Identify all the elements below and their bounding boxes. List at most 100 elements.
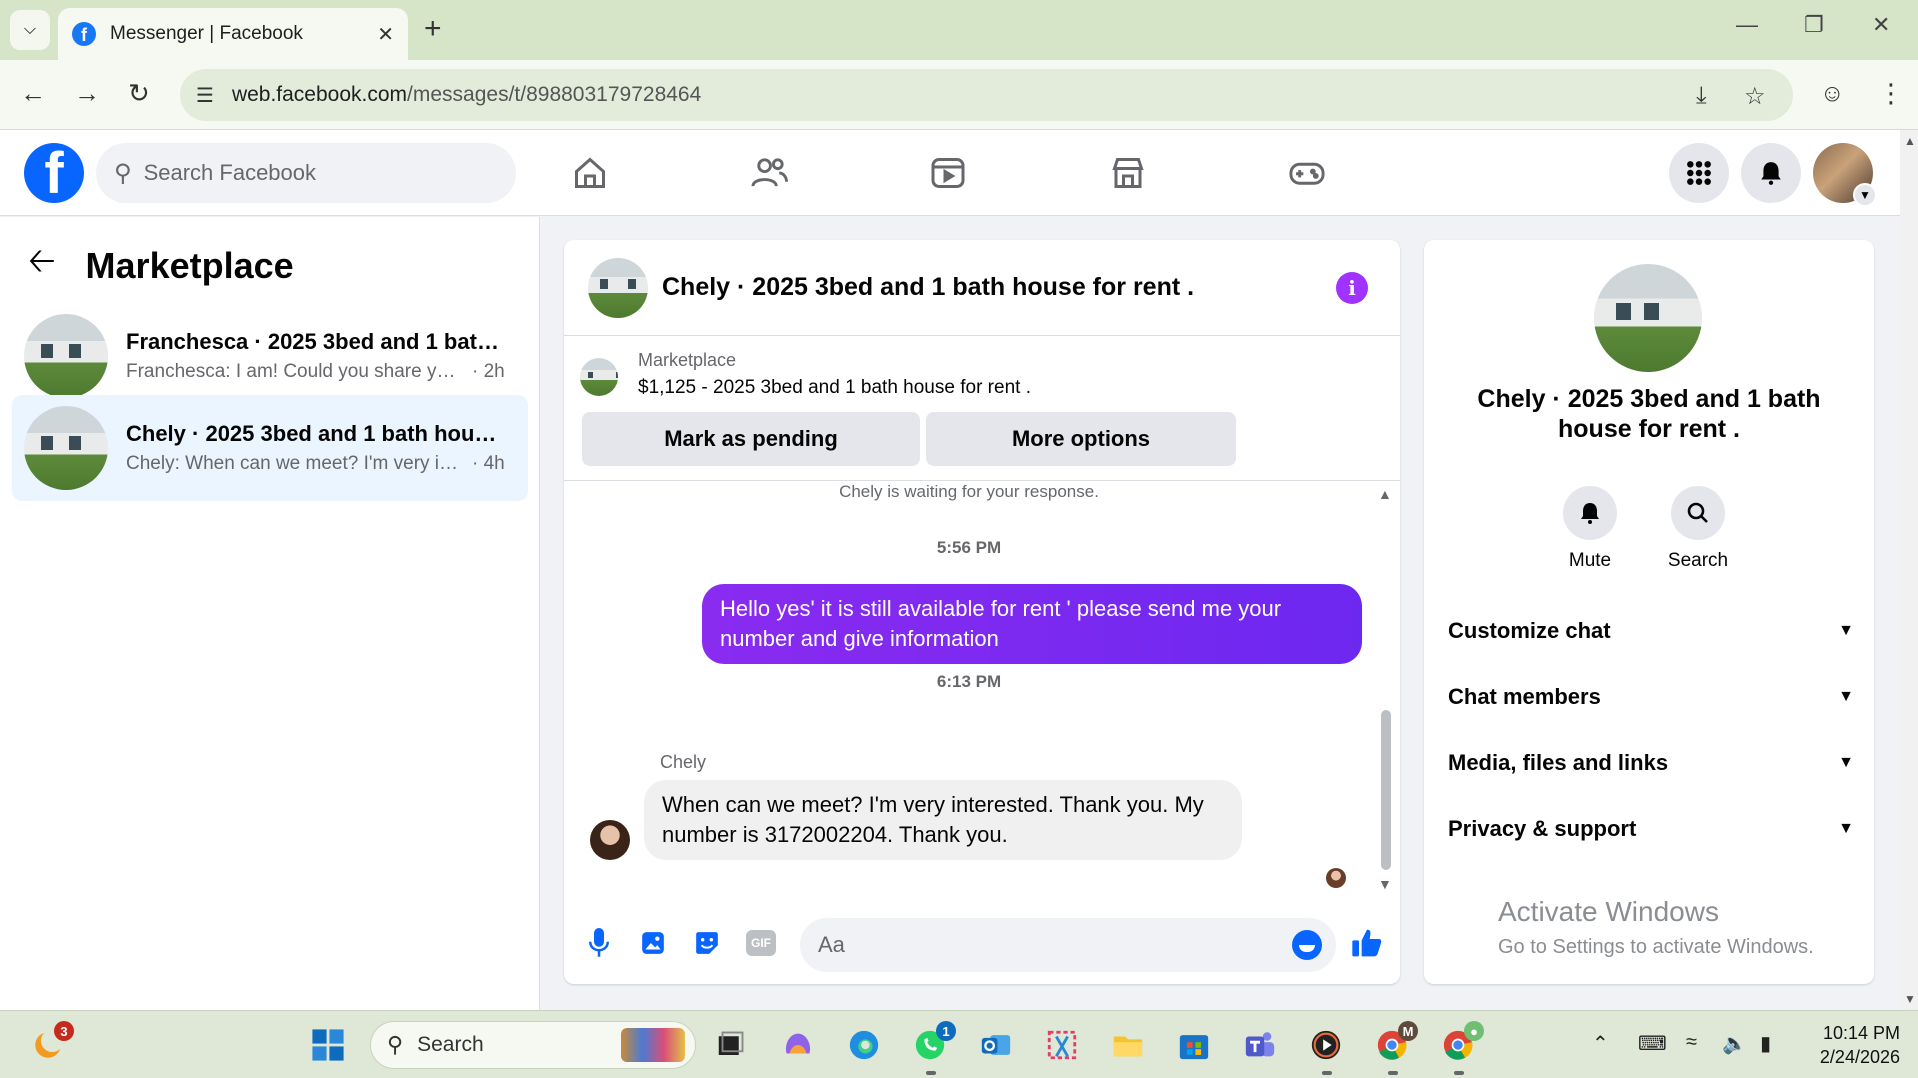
scroll-down-icon[interactable]: ▼ <box>1904 992 1916 1006</box>
bookmark-star-icon[interactable]: ☆ <box>1744 82 1766 111</box>
outgoing-message[interactable]: Hello yes' it is still available for ren… <box>702 584 1362 664</box>
address-bar[interactable]: ☰ web.facebook.com/messages/t/8988031797… <box>180 69 1793 121</box>
chevron-up-icon[interactable]: ⌃ <box>1592 1031 1609 1056</box>
photo-icon[interactable] <box>636 926 670 960</box>
gif-icon[interactable]: GIF <box>746 930 776 956</box>
snipping-tool-icon[interactable] <box>1044 1027 1080 1063</box>
chat-scrollbar[interactable] <box>1381 710 1391 870</box>
battery-icon[interactable]: ▮ <box>1760 1031 1771 1056</box>
chrome-profile-badge: M <box>1398 1021 1418 1041</box>
taskbar-search[interactable]: ⚲ Search <box>370 1021 696 1069</box>
emoji-icon[interactable] <box>1292 930 1322 960</box>
keyboard-icon[interactable]: ⌨ <box>1638 1031 1667 1056</box>
conversation-preview: Franchesca: I am! Could you share your n… <box>126 361 466 382</box>
page-title: Marketplace <box>85 244 294 286</box>
minimize-window-icon[interactable]: — <box>1736 12 1758 38</box>
volume-icon[interactable]: 🔈 <box>1722 1031 1747 1056</box>
chat-info-thumbnail[interactable] <box>1594 264 1702 372</box>
back-arrow-icon[interactable]: 🡠 <box>28 237 56 294</box>
conversation-name: Chely · 2025 3bed and 1 bath house for r… <box>126 421 506 446</box>
chat-members-section[interactable]: Chat members ▼ <box>1448 684 1854 710</box>
video-nav-icon[interactable] <box>923 150 973 196</box>
home-nav-icon[interactable] <box>565 150 615 196</box>
media-player-icon[interactable] <box>1308 1027 1344 1063</box>
conversation-preview: Chely: When can we meet? I'm very intere… <box>126 453 466 474</box>
account-avatar[interactable]: ▼ <box>1813 143 1877 207</box>
tab-search-dropdown[interactable]: ⌵ <box>10 10 50 50</box>
facebook-favicon-icon: f <box>72 22 96 46</box>
forward-arrow-icon[interactable]: → <box>74 80 100 106</box>
menu-grid-button[interactable] <box>1669 143 1729 203</box>
microphone-icon[interactable] <box>582 926 616 960</box>
profile-icon[interactable]: ☺ <box>1820 82 1845 106</box>
info-icon[interactable]: i <box>1336 272 1368 304</box>
chat-thumbnail[interactable] <box>588 257 648 318</box>
conversation-item-franchesca[interactable]: Franchesca · 2025 3bed and 1 bath house … <box>12 303 528 409</box>
install-app-icon[interactable]: ⤓ <box>1696 82 1707 110</box>
reload-icon[interactable]: ↻ <box>128 80 150 106</box>
media-files-links-section[interactable]: Media, files and links ▼ <box>1448 750 1854 776</box>
outlook-icon[interactable] <box>978 1027 1014 1063</box>
task-view-icon[interactable] <box>712 1027 748 1063</box>
facebook-search-input[interactable]: ⚲ Search Facebook <box>96 143 516 203</box>
friends-nav-icon[interactable] <box>744 150 794 196</box>
marketplace-nav-icon[interactable] <box>1103 150 1153 196</box>
copilot-icon[interactable] <box>780 1027 816 1063</box>
scroll-up-icon[interactable]: ▲ <box>1378 486 1392 502</box>
scroll-down-icon[interactable]: ▼ <box>1378 876 1392 892</box>
sticker-icon[interactable] <box>690 926 724 960</box>
activate-windows-title: Activate Windows <box>1498 896 1719 927</box>
search-placeholder: Search Facebook <box>143 160 317 185</box>
windows-start-icon[interactable] <box>310 1027 346 1063</box>
browser-tab-messenger[interactable]: f Messenger | Facebook ✕ <box>58 8 408 60</box>
search-chat-button[interactable]: Search <box>1648 486 1748 572</box>
search-highlight-image <box>621 1028 685 1062</box>
incoming-message[interactable]: When can we meet? I'm very interested. T… <box>644 780 1242 860</box>
chevron-down-icon: ▼ <box>1838 622 1854 639</box>
conversation-item-chely[interactable]: Chely · 2025 3bed and 1 bath house for r… <box>12 395 528 501</box>
weather-icon[interactable]: 3 <box>30 1021 74 1063</box>
chrome-icon[interactable]: ● <box>1440 1021 1484 1063</box>
microsoft-store-icon[interactable] <box>1176 1027 1212 1063</box>
whatsapp-icon[interactable]: 1 <box>912 1021 956 1063</box>
facebook-logo[interactable]: f <box>24 143 84 203</box>
more-menu-icon[interactable]: ⋮ <box>1878 80 1904 106</box>
back-arrow-icon[interactable]: ← <box>20 80 46 106</box>
close-window-icon[interactable]: ✕ <box>1872 12 1890 38</box>
sender-avatar[interactable] <box>590 820 630 860</box>
chat-title[interactable]: Chely · 2025 3bed and 1 bath house for r… <box>662 273 1194 302</box>
thumbs-up-icon[interactable] <box>1350 926 1384 960</box>
more-options-button[interactable]: More options <box>926 412 1236 466</box>
wifi-icon[interactable]: ≈ <box>1686 1031 1697 1054</box>
mute-label: Mute <box>1568 550 1612 571</box>
gaming-nav-icon[interactable] <box>1282 150 1332 196</box>
mute-button[interactable]: Mute <box>1540 486 1640 572</box>
message-input[interactable]: Aa <box>800 918 1336 972</box>
section-label: Chat members <box>1448 684 1601 709</box>
listing-detail: $1,125 - 2025 3bed and 1 bath house for … <box>638 377 1031 398</box>
section-label: Media, files and links <box>1448 750 1669 775</box>
grid-icon <box>1687 161 1711 185</box>
notifications-button[interactable] <box>1741 143 1801 203</box>
customize-chat-section[interactable]: Customize chat ▼ <box>1448 618 1854 644</box>
mark-as-pending-button[interactable]: Mark as pending <box>582 412 920 466</box>
new-tab-icon[interactable]: + <box>424 14 442 44</box>
close-tab-icon[interactable]: ✕ <box>377 22 394 47</box>
site-settings-icon[interactable]: ☰ <box>196 83 214 108</box>
privacy-support-section[interactable]: Privacy & support ▼ <box>1448 816 1854 842</box>
edge-browser-icon[interactable] <box>846 1027 882 1063</box>
url-text[interactable]: web.facebook.com/messages/t/898803179728… <box>232 83 701 107</box>
listing-summary[interactable]: Marketplace $1,125 - 2025 3bed and 1 bat… <box>580 350 1031 399</box>
system-clock[interactable]: 10:14 PM 2/24/2026 <box>1800 1021 1900 1069</box>
file-explorer-icon[interactable] <box>1110 1027 1146 1063</box>
scroll-up-icon[interactable]: ▲ <box>1904 134 1916 148</box>
chat-panel: Chely · 2025 3bed and 1 bath house for r… <box>564 240 1400 984</box>
chrome-profile-m-icon[interactable]: M <box>1374 1021 1418 1063</box>
restore-window-icon[interactable]: ❐ <box>1804 12 1824 38</box>
page-scrollbar[interactable]: ▲ ▼ <box>1900 130 1918 1010</box>
divider <box>564 480 1400 481</box>
chat-info-name: Chely · 2025 3bed and 1 bath house for r… <box>1477 385 1821 443</box>
teams-icon[interactable] <box>1242 1027 1278 1063</box>
facebook-header: f ⚲ Search Facebook ▼ <box>0 130 1900 216</box>
weather-badge: 3 <box>54 1021 74 1041</box>
